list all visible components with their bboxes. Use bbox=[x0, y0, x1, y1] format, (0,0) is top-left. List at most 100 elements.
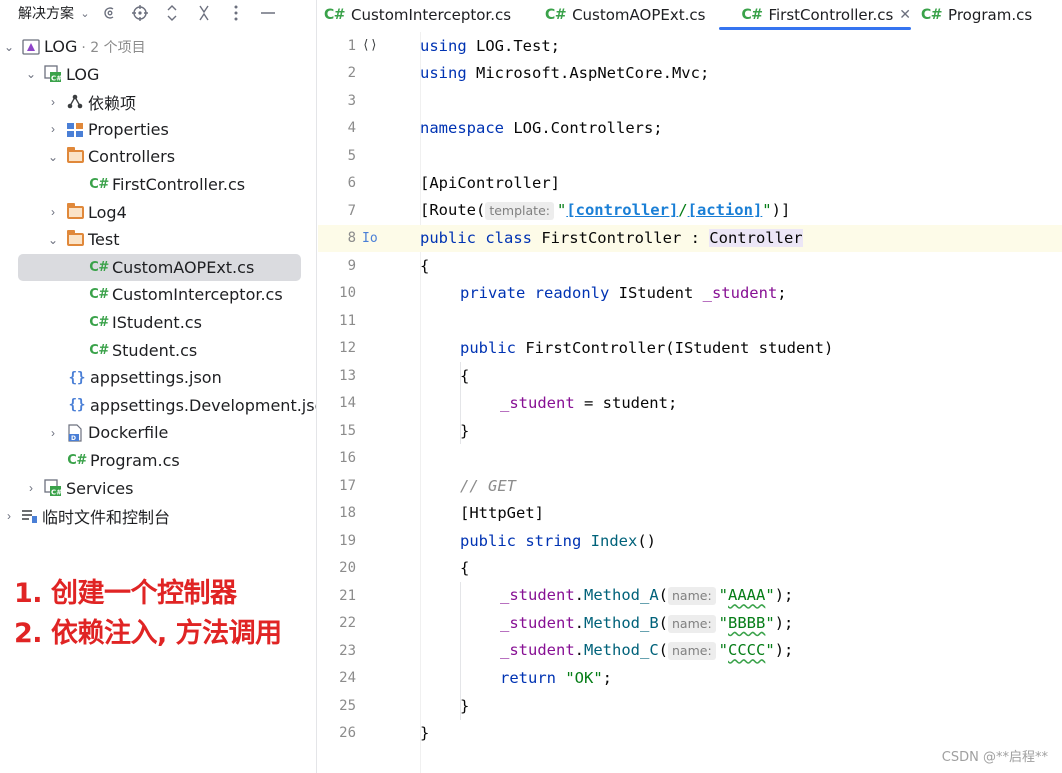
tree-node-label: 临时文件和控制台 bbox=[42, 507, 171, 527]
chevron-down-icon[interactable]: ⌄ bbox=[2, 40, 16, 54]
code-line-4[interactable]: 4 namespace LOG.Controllers; bbox=[318, 115, 1062, 143]
line-number: 18 bbox=[339, 505, 356, 522]
tree-node-program[interactable]: C# Program.cs bbox=[0, 447, 316, 474]
code-line-22[interactable]: 22 _student.Method_B(name: "BBBB"); bbox=[318, 610, 1062, 638]
tree-node-dockerfile[interactable]: › D Dockerfile bbox=[0, 419, 316, 446]
tree-node-project-log[interactable]: ⌄ C# LOG bbox=[0, 61, 316, 88]
tree-node-custominterceptor[interactable]: C# CustomInterceptor.cs bbox=[0, 281, 316, 308]
code-line-8-current[interactable]: 8 Io public class FirstController : Cont… bbox=[318, 224, 1062, 252]
code-line-14[interactable]: 14 _student = student; bbox=[318, 390, 1062, 418]
chevron-down-icon[interactable]: ⌄ bbox=[74, 7, 96, 20]
code-text: public class FirstController : Controlle… bbox=[420, 229, 803, 248]
code-text: } bbox=[460, 421, 470, 440]
code-line-24[interactable]: 24 return "OK"; bbox=[318, 665, 1062, 693]
code-line-17[interactable]: 17 // GET bbox=[318, 472, 1062, 500]
chevron-right-icon[interactable]: › bbox=[24, 481, 38, 495]
code-line-1[interactable]: 1 ⟨⟩ using LOG.Test; bbox=[318, 32, 1062, 60]
code-line-19[interactable]: 19 public string Index() bbox=[318, 527, 1062, 555]
csharp-file-icon: C# bbox=[89, 177, 109, 192]
code-text: { bbox=[420, 256, 430, 275]
properties-icon bbox=[66, 120, 84, 138]
csharp-file-icon: C# bbox=[67, 453, 87, 468]
tree-node-istudent[interactable]: C# IStudent.cs bbox=[0, 309, 316, 336]
chevron-right-icon[interactable]: › bbox=[46, 122, 60, 136]
tree-node-label: IStudent.cs bbox=[112, 313, 202, 332]
tree-node-log4[interactable]: › Log4 bbox=[0, 199, 316, 226]
chevron-down-icon[interactable]: ⌄ bbox=[24, 67, 38, 81]
code-line-20[interactable]: 20 { bbox=[318, 555, 1062, 583]
tab-firstcontroller[interactable]: C# FirstController.cs ✕ bbox=[715, 0, 913, 30]
tree-node-controllers[interactable]: ⌄ Controllers bbox=[0, 143, 316, 170]
line-number: 14 bbox=[339, 395, 356, 412]
tree-node-appsettings[interactable]: {} appsettings.json bbox=[0, 364, 316, 391]
code-line-6[interactable]: 6 [ApiController] bbox=[318, 170, 1062, 198]
chevron-down-icon[interactable]: ⌄ bbox=[46, 233, 60, 247]
code-text: namespace LOG.Controllers; bbox=[420, 119, 663, 138]
chevron-right-icon[interactable]: › bbox=[46, 205, 60, 219]
more-vertical-icon[interactable] bbox=[220, 5, 252, 21]
tree-node-scratches[interactable]: › 临时文件和控制台 bbox=[0, 502, 316, 529]
code-line-2[interactable]: 2 using Microsoft.AspNetCore.Mvc; bbox=[318, 60, 1062, 88]
code-line-13[interactable]: 13 { bbox=[318, 362, 1062, 390]
code-line-15[interactable]: 15 } bbox=[318, 417, 1062, 445]
code-line-12[interactable]: 12 public FirstController(IStudent stude… bbox=[318, 335, 1062, 363]
code-line-16[interactable]: 16 bbox=[318, 445, 1062, 473]
code-line-11[interactable]: 11 bbox=[318, 307, 1062, 335]
close-x-icon[interactable] bbox=[188, 4, 220, 22]
code-vision-icon[interactable]: ⟨⟩ bbox=[362, 38, 384, 53]
tree-node-customaopext[interactable]: C# CustomAOPExt.cs bbox=[18, 253, 301, 281]
code-text: { bbox=[460, 559, 470, 578]
code-line-23[interactable]: 23 _student.Method_C(name: "CCCC"); bbox=[318, 637, 1062, 665]
implements-gutter-icon[interactable]: Io bbox=[362, 231, 384, 246]
expand-collapse-icon[interactable] bbox=[156, 4, 188, 22]
code-line-21[interactable]: 21 _student.Method_A(name: "AAAA"); bbox=[318, 582, 1062, 610]
csharp-file-icon: C# bbox=[89, 287, 109, 303]
csharp-file-icon: C# bbox=[545, 7, 567, 23]
scratches-icon bbox=[20, 507, 38, 525]
target-circle-icon[interactable] bbox=[96, 5, 124, 21]
code-line-26[interactable]: 26 } bbox=[318, 720, 1062, 748]
crosshair-icon[interactable] bbox=[124, 4, 156, 22]
code-line-5[interactable]: 5 bbox=[318, 142, 1062, 170]
csharp-project-icon: C# bbox=[44, 479, 62, 497]
tree-node-student[interactable]: C# Student.cs bbox=[0, 337, 316, 364]
code-text: public FirstController(IStudent student) bbox=[460, 339, 834, 358]
folder-icon bbox=[66, 202, 84, 221]
panel-title[interactable]: 解决方案 bbox=[18, 3, 74, 23]
chevron-right-icon[interactable]: › bbox=[2, 509, 16, 523]
tab-program[interactable]: C# Program.cs bbox=[913, 0, 1042, 30]
line-number: 22 bbox=[339, 615, 356, 632]
tree-node-dependencies[interactable]: › 依赖项 bbox=[0, 88, 316, 115]
tab-custominterceptor[interactable]: C# CustomInterceptor.cs bbox=[318, 0, 521, 30]
line-number: 16 bbox=[339, 450, 356, 467]
code-line-3[interactable]: 3 bbox=[318, 87, 1062, 115]
chevron-right-icon[interactable]: › bbox=[46, 95, 60, 109]
tree-node-firstcontroller[interactable]: C# FirstController.cs bbox=[0, 171, 316, 198]
code-editor[interactable]: 1 ⟨⟩ using LOG.Test; 2 using Microsoft.A… bbox=[318, 32, 1062, 773]
code-line-9[interactable]: 9 { bbox=[318, 252, 1062, 280]
tree-node-appsettings-development[interactable]: {} appsettings.Development.json bbox=[0, 392, 316, 419]
code-line-10[interactable]: 10 private readonly IStudent _student; bbox=[318, 280, 1062, 308]
chevron-down-icon[interactable]: ⌄ bbox=[46, 150, 60, 164]
close-tab-icon[interactable]: ✕ bbox=[899, 7, 911, 23]
code-line-18[interactable]: 18 [HttpGet] bbox=[318, 500, 1062, 528]
csharp-file-icon: C# bbox=[324, 7, 346, 23]
code-line-7[interactable]: 7 [Route(template: "[controller]/[action]… bbox=[318, 197, 1062, 225]
line-number: 12 bbox=[339, 340, 356, 357]
chevron-right-icon[interactable]: › bbox=[46, 426, 60, 440]
tree-node-test[interactable]: ⌄ Test bbox=[0, 226, 316, 253]
csharp-file-icon: C# bbox=[89, 315, 109, 330]
line-number: 9 bbox=[347, 257, 356, 274]
line-number: 21 bbox=[339, 587, 356, 604]
tab-customaopext[interactable]: C# CustomAOPExt.cs bbox=[521, 0, 715, 30]
tree-node-label: Services bbox=[66, 478, 134, 498]
tree-node-label: LOG bbox=[66, 64, 100, 84]
minimize-icon[interactable] bbox=[252, 11, 284, 15]
code-line-25[interactable]: 25 } bbox=[318, 692, 1062, 720]
line-number: 2 bbox=[347, 65, 356, 82]
svg-text:D: D bbox=[71, 435, 76, 442]
tree-node-properties[interactable]: › Properties bbox=[0, 116, 316, 143]
line-number: 11 bbox=[339, 312, 356, 329]
tree-node-services[interactable]: › C# Services bbox=[0, 475, 316, 502]
tree-node-solution-log[interactable]: ⌄ LOG · 2 个项目 bbox=[0, 33, 316, 60]
